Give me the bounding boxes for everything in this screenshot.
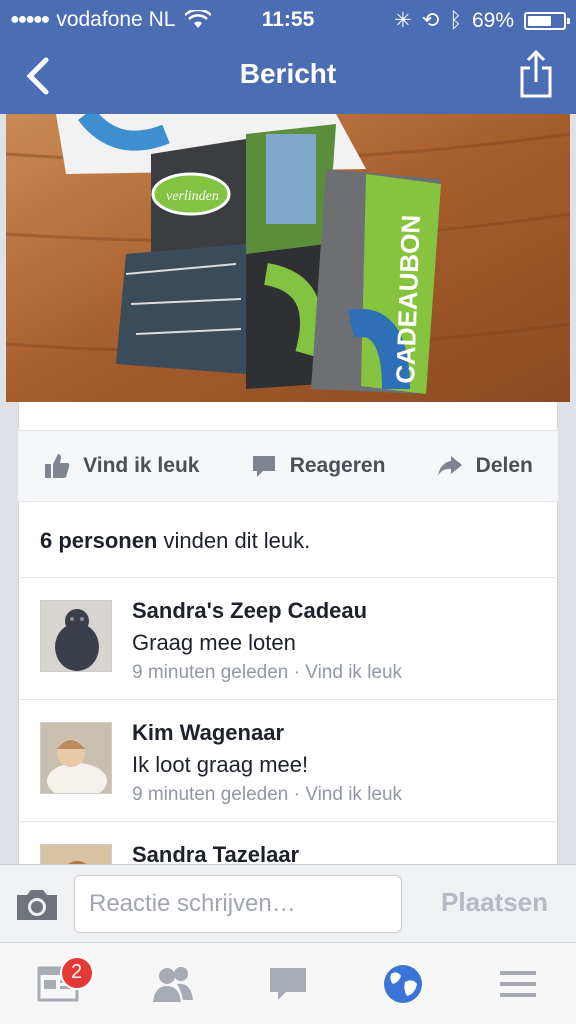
likes-suffix: vinden dit leuk.: [163, 528, 311, 553]
rotation-lock-icon: ⟲: [421, 9, 440, 32]
comment-author[interactable]: Sandra's Zeep Cadeau: [132, 598, 367, 624]
tab-news-feed[interactable]: 2: [28, 954, 94, 1014]
comment-button[interactable]: Reageren: [250, 452, 386, 480]
tab-bar: 2: [0, 942, 576, 1024]
avatar[interactable]: [40, 722, 112, 794]
comment-item: Sandra's Zeep Cadeau Graag mee loten 9 m…: [18, 578, 558, 700]
globe-icon: [384, 964, 423, 1003]
voucher-text: CADEAUBON: [390, 214, 426, 384]
top-bar: ●●●●● vodafone NL 11:55 ✳ ⟲ ᛒ 69% Berich…: [0, 0, 576, 114]
activity-icon: ✳: [394, 9, 412, 32]
share-icon[interactable]: [516, 50, 556, 98]
comment-item: Kim Wagenaar Ik loot graag mee! 9 minute…: [18, 700, 558, 822]
like-button[interactable]: Vind ik leuk: [43, 452, 199, 480]
comment-time: 9 minuten geleden: [132, 784, 289, 805]
post-button[interactable]: Plaatsen: [441, 887, 548, 918]
comment-like-link[interactable]: Vind ik leuk: [305, 784, 402, 805]
comment-composer: Plaatsen: [0, 864, 576, 942]
avatar[interactable]: [40, 600, 112, 672]
comment-text: Graag mee loten: [132, 630, 296, 655]
comment-author[interactable]: Kim Wagenaar: [132, 720, 284, 746]
gift-voucher-image: verlinden CADEAUBON: [6, 114, 570, 402]
status-bar: ●●●●● vodafone NL 11:55 ✳ ⟲ ᛒ 69%: [0, 0, 576, 38]
battery-icon: [524, 11, 570, 30]
share-label: Delen: [475, 454, 533, 477]
logo-text: verlinden: [166, 189, 219, 204]
comment-meta: 9 minuten geleden · Vind ik leuk: [132, 784, 403, 805]
bluetooth-icon: ᛒ: [449, 8, 462, 32]
battery-percent: 69%: [471, 8, 514, 32]
comment-icon: [252, 456, 275, 477]
post-photo[interactable]: verlinden CADEAUBON: [6, 114, 570, 402]
comment-item: Sandra Tazelaar: [18, 822, 558, 886]
share-arrow-icon: [437, 456, 462, 476]
navigation-bar: Bericht: [0, 38, 576, 114]
comment-like-link[interactable]: Vind ik leuk: [305, 662, 402, 683]
tab-friends[interactable]: [143, 954, 203, 1014]
likes-count: 6 personen: [40, 528, 158, 553]
action-bar: Vind ik leuk Reageren Delen: [18, 430, 558, 502]
messages-icon: [269, 967, 306, 1000]
comment-input[interactable]: [74, 875, 402, 933]
comment-text: Ik loot graag mee!: [132, 752, 309, 777]
friends-icon: [152, 966, 193, 1002]
share-button[interactable]: Delen: [436, 452, 533, 480]
comment-time: 9 minuten geleden: [132, 662, 289, 683]
tab-messages[interactable]: [258, 954, 318, 1014]
page-title: Bericht: [239, 58, 337, 89]
tab-menu[interactable]: [488, 954, 548, 1014]
menu-icon: [500, 970, 537, 997]
camera-icon[interactable]: [14, 887, 60, 923]
likes-summary[interactable]: 6 personen vinden dit leuk.: [18, 502, 558, 578]
comment-label: Reageren: [289, 454, 386, 477]
thumbs-up-icon: [45, 454, 70, 478]
like-label: Vind ik leuk: [83, 454, 200, 477]
notification-badge: 2: [59, 955, 94, 990]
comment-meta: 9 minuten geleden · Vind ik leuk: [132, 662, 403, 683]
tab-notifications[interactable]: [373, 954, 433, 1014]
